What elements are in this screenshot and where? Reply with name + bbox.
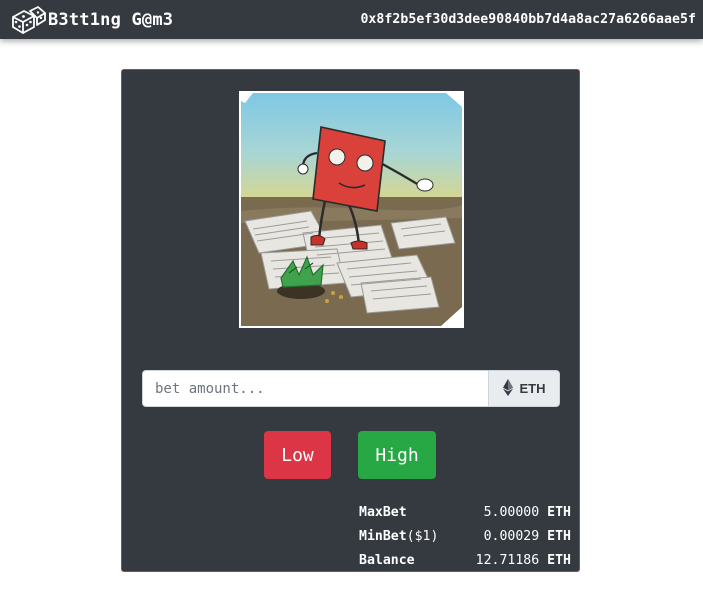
bet-amount-input[interactable]	[142, 370, 488, 407]
stat-unit: ETH	[547, 552, 571, 568]
stat-value: 5.00000	[483, 504, 540, 520]
stat-unit: ETH	[547, 504, 571, 520]
stat-row-maxbet: MaxBet 5.00000 ETH	[359, 500, 571, 524]
stat-label: MaxBet	[359, 504, 407, 520]
bet-low-button[interactable]: Low	[264, 431, 331, 479]
bet-high-button[interactable]: High	[358, 431, 436, 479]
betting-card: ETH Low High MaxBet 5.00000 ETH MinBet($…	[121, 69, 580, 572]
stat-label: Balance	[359, 552, 415, 568]
stat-row-balance: Balance 12.71186 ETH	[359, 548, 571, 572]
stat-row-minbet: MinBet($1) 0.00029 ETH	[359, 524, 571, 548]
stat-unit: ETH	[547, 528, 571, 544]
wallet-address: 0x8f2b5ef30d3dee90840bb7d4a8ac27a6266aae…	[360, 12, 696, 27]
bet-input-group: ETH	[142, 370, 560, 407]
ethereum-icon	[502, 378, 513, 399]
brand-title: B3tt1ng G@m3	[48, 9, 174, 30]
currency-label: ETH	[519, 381, 546, 396]
currency-addon: ETH	[488, 370, 560, 407]
stat-label: MinBet($1)	[359, 528, 439, 544]
dice-icon	[10, 5, 46, 35]
stat-value: 0.00029	[483, 528, 540, 544]
stat-value: 12.71186	[475, 552, 540, 568]
game-illustration	[239, 91, 464, 328]
bet-stats: MaxBet 5.00000 ETH MinBet($1) 0.00029 ET…	[359, 500, 571, 572]
top-navbar: B3tt1ng G@m3 0x8f2b5ef30d3dee90840bb7d4a…	[0, 0, 703, 39]
brand[interactable]: B3tt1ng G@m3	[10, 5, 173, 35]
